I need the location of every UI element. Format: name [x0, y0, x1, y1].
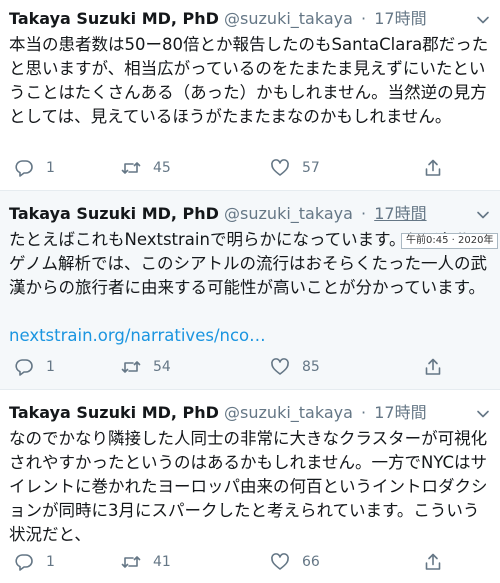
tweet-1[interactable]: Takaya Suzuki MD, PhD @suzuki_takaya · 1… — [0, 0, 500, 191]
retweet-icon — [121, 552, 141, 572]
retweet-button[interactable]: 41 — [121, 551, 171, 573]
retweet-icon — [121, 357, 141, 377]
tweet-actions: 1 54 85 — [14, 356, 484, 378]
tweet-3[interactable]: Takaya Suzuki MD, PhD @suzuki_takaya · 1… — [0, 390, 500, 583]
reply-icon — [14, 357, 34, 377]
like-count: 66 — [302, 554, 320, 570]
separator-dot: · — [361, 9, 367, 28]
tweet-text: なのでかなり隣接した人同士の非常に大きなクラスターが可視化されやすかったというの… — [9, 429, 488, 544]
share-button[interactable] — [423, 157, 443, 179]
like-count: 85 — [302, 359, 320, 375]
timestamp-tooltip: 午前0:45 · 2020年 — [401, 233, 499, 249]
chevron-down-icon[interactable] — [476, 407, 490, 421]
tweet-actions: 1 45 57 — [14, 157, 484, 179]
share-icon — [423, 552, 443, 572]
tweet-2[interactable]: Takaya Suzuki MD, PhD @suzuki_takaya · 1… — [0, 191, 500, 390]
tweet-actions: 1 41 66 — [14, 551, 484, 573]
reply-count: 1 — [46, 554, 55, 570]
chevron-down-icon[interactable] — [476, 208, 490, 222]
retweet-button[interactable]: 45 — [121, 157, 171, 179]
share-icon — [423, 158, 443, 178]
heart-icon — [270, 552, 290, 572]
retweet-count: 45 — [153, 160, 171, 176]
share-button[interactable] — [423, 551, 443, 573]
reply-button[interactable]: 1 — [14, 356, 55, 378]
retweet-button[interactable]: 54 — [121, 356, 171, 378]
reply-button[interactable]: 1 — [14, 157, 55, 179]
share-icon — [423, 357, 443, 377]
retweet-icon — [121, 158, 141, 178]
reply-icon — [14, 158, 34, 178]
reply-button[interactable]: 1 — [14, 551, 55, 573]
like-count: 57 — [302, 160, 320, 176]
author-name[interactable]: Takaya Suzuki MD, PhD — [9, 403, 219, 422]
heart-icon — [270, 357, 290, 377]
like-button[interactable]: 66 — [270, 551, 320, 573]
retweet-count: 54 — [153, 359, 171, 375]
reply-count: 1 — [46, 359, 55, 375]
author-handle[interactable]: @suzuki_takaya — [224, 204, 353, 223]
tweet-header: Takaya Suzuki MD, PhD @suzuki_takaya · 1… — [9, 8, 427, 30]
like-button[interactable]: 85 — [270, 356, 320, 378]
heart-icon — [270, 158, 290, 178]
author-name[interactable]: Takaya Suzuki MD, PhD — [9, 204, 219, 223]
tweet-text: 本当の患者数は50ー80倍とか報告したのもSantaClara郡だったと思います… — [9, 35, 489, 126]
tweet-time[interactable]: 17時間 — [374, 403, 426, 422]
tweet-time[interactable]: 17時間 — [374, 9, 426, 28]
author-name[interactable]: Takaya Suzuki MD, PhD — [9, 9, 219, 28]
reply-icon — [14, 552, 34, 572]
chevron-down-icon[interactable] — [476, 13, 490, 27]
separator-dot: · — [361, 403, 367, 422]
like-button[interactable]: 57 — [270, 157, 320, 179]
tweet-link[interactable]: nextstrain.org/narratives/nco… — [9, 324, 266, 348]
author-handle[interactable]: @suzuki_takaya — [224, 403, 353, 422]
tweet-header: Takaya Suzuki MD, PhD @suzuki_takaya · 1… — [9, 203, 427, 225]
retweet-count: 41 — [153, 554, 171, 570]
reply-count: 1 — [46, 160, 55, 176]
tweet-header: Takaya Suzuki MD, PhD @suzuki_takaya · 1… — [9, 402, 427, 424]
author-handle[interactable]: @suzuki_takaya — [224, 9, 353, 28]
tweet-time[interactable]: 17時間 — [374, 204, 426, 223]
share-button[interactable] — [423, 356, 443, 378]
separator-dot: · — [361, 204, 367, 223]
